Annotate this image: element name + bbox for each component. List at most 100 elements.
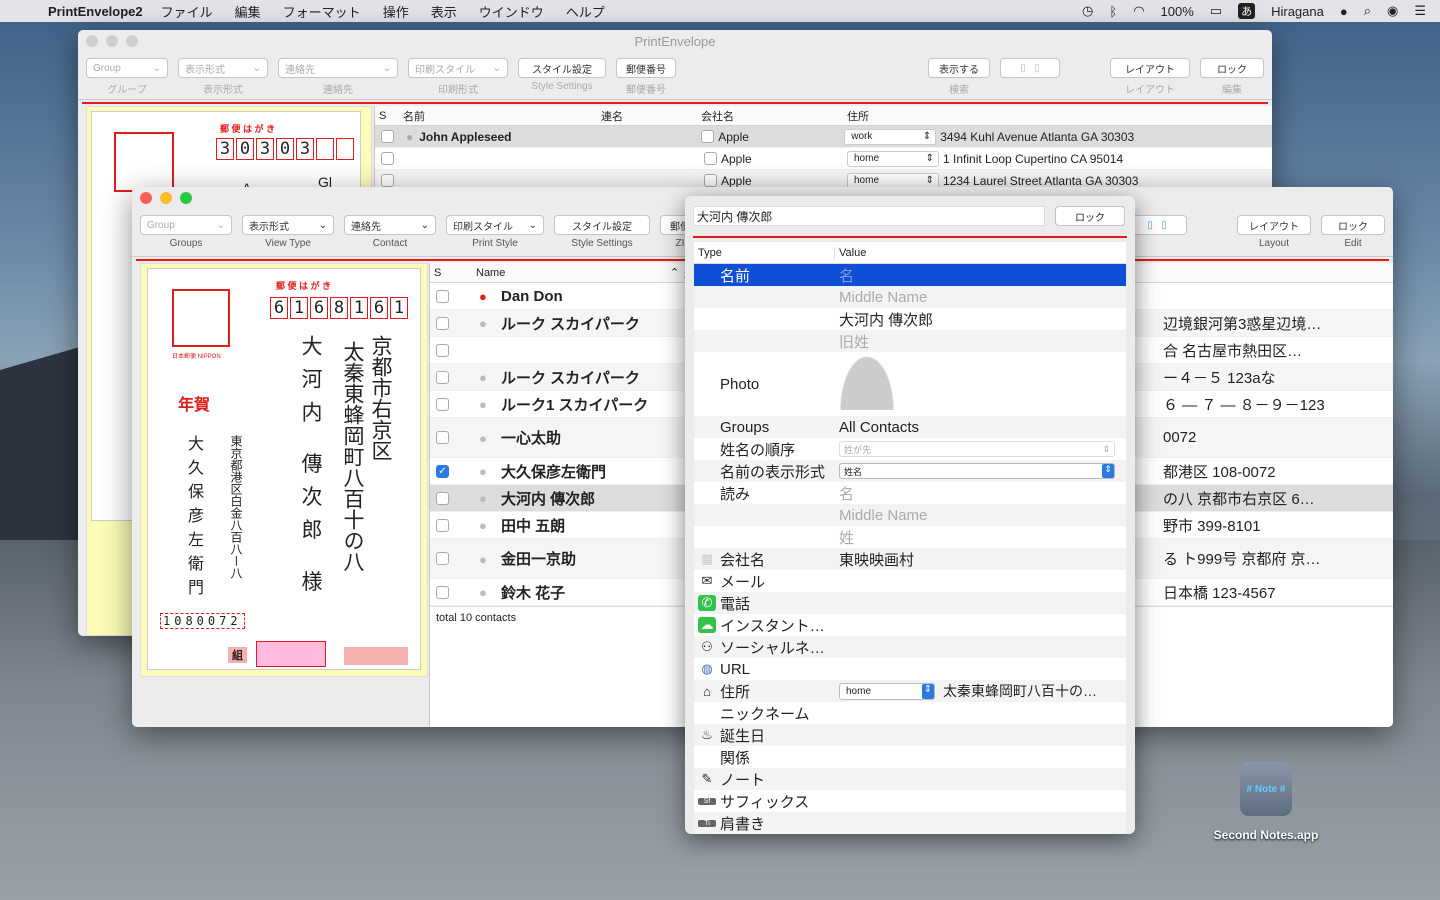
menu-file[interactable]: ファイル — [161, 2, 213, 21]
input-method-icon[interactable]: あ — [1238, 3, 1256, 19]
back-lock-button[interactable]: ロック — [1200, 58, 1264, 78]
detail-row-nickname[interactable]: ニックネーム — [694, 702, 1126, 724]
detail-row-mail[interactable]: ✉ メール — [694, 570, 1126, 592]
row-checkbox[interactable] — [436, 518, 449, 532]
menu-window[interactable]: ウインドウ — [479, 2, 544, 21]
detail-row-reading[interactable]: 読み 名 — [694, 482, 1126, 504]
second-notes-app-label[interactable]: Second Notes.app — [1200, 828, 1332, 842]
user-icon[interactable]: ● — [1340, 4, 1348, 19]
address-type-select[interactable]: work ⇕ — [844, 128, 937, 145]
row-checkbox[interactable] — [436, 431, 449, 444]
contact-select[interactable]: 連絡先 ⌄ — [344, 215, 436, 235]
detail-row-suffix[interactable]: Sf サフィックス — [694, 790, 1126, 812]
table-row[interactable]: ● John Appleseed Apple work ⇕ 3494 Kuhl A… — [375, 126, 1272, 148]
back-col-s[interactable]: S — [375, 110, 397, 122]
detail-row-family[interactable]: 大河内 傳次郎 — [694, 308, 1126, 330]
zoom-icon[interactable] — [180, 192, 192, 204]
menu-view[interactable]: 表示 — [431, 2, 457, 21]
back-layout-button[interactable]: レイアウト — [1110, 58, 1190, 78]
detail-row-phone[interactable]: ✆ 電話 — [694, 592, 1126, 614]
detail-row-note[interactable]: ✎ ノート — [694, 768, 1126, 790]
menu-edit[interactable]: 編集 — [235, 2, 261, 21]
input-method-label[interactable]: Hiragana — [1271, 4, 1324, 19]
detail-row-im[interactable]: ☁ インスタント… — [694, 614, 1126, 636]
detail-row-display[interactable]: 名前の表示形式 姓名 ⇕ — [694, 460, 1126, 482]
siri-icon[interactable]: ◉ — [1387, 3, 1398, 19]
second-notes-app-icon[interactable]: # Note # — [1240, 762, 1292, 816]
popover-lock-button[interactable]: ロック — [1055, 206, 1125, 226]
wifi-icon[interactable]: ◠ — [1133, 3, 1144, 19]
time-machine-icon[interactable]: ◷ — [1082, 3, 1093, 19]
minimize-icon[interactable] — [106, 35, 118, 47]
close-icon[interactable] — [140, 192, 152, 204]
printstyle-select[interactable]: 印刷スタイル ⌄ — [446, 215, 544, 235]
name-field[interactable]: 大河内 傳次郎 — [693, 206, 1045, 226]
zoom-icon[interactable] — [126, 35, 138, 47]
back-col-company[interactable]: 会社名 — [697, 108, 843, 124]
row-checkbox[interactable] — [381, 152, 394, 165]
row-checkbox[interactable]: ✓ — [436, 464, 449, 478]
detail-row-company[interactable]: ▦ 会社名 東映映画村 — [694, 548, 1126, 570]
table-row[interactable]: Apple home ⇕ 1 Infinit Loop Cupertino CA … — [375, 148, 1272, 170]
back-show-button[interactable]: 表示する — [928, 58, 990, 78]
detail-row-address[interactable]: ⌂ 住所 home ⇕ 太秦東蜂岡町八百十の… — [694, 680, 1126, 702]
layout-button[interactable]: レイアウト — [1237, 215, 1311, 235]
detail-row-reading-family[interactable]: 姓 — [694, 526, 1126, 548]
menu-help[interactable]: ヘルプ — [566, 2, 605, 21]
company-checkbox[interactable] — [704, 152, 717, 165]
spotlight-icon[interactable]: ⌕ — [1364, 3, 1371, 19]
back-col-renmei[interactable]: 連名 — [597, 108, 697, 124]
detail-row-former[interactable]: 旧姓 — [694, 330, 1126, 352]
detail-row-relation[interactable]: 関係 — [694, 746, 1126, 768]
detail-row-reading-middle[interactable]: Middle Name — [694, 504, 1126, 526]
row-checkbox[interactable] — [381, 174, 394, 187]
row-checkbox[interactable] — [436, 491, 449, 505]
group-select[interactable]: Group ⌄ — [140, 215, 232, 235]
row-checkbox[interactable] — [436, 343, 449, 357]
back-zip-button[interactable]: 郵便番号 — [616, 58, 676, 78]
address-type-select[interactable]: home ⇕ — [839, 682, 935, 700]
col-value[interactable]: Value — [835, 247, 866, 259]
back-view-toggle[interactable]: ▯ ▯ — [1000, 58, 1060, 81]
viewtype-select[interactable]: 表示形式 ⌄ — [242, 215, 334, 235]
row-checkbox[interactable] — [436, 552, 449, 565]
bluetooth-icon[interactable]: ᛒ — [1109, 4, 1117, 19]
back-viewtype-select[interactable]: 表示形式 ⌄ — [178, 58, 268, 78]
order-select[interactable]: 姓が先 ⇕ — [839, 441, 1115, 457]
back-col-name[interactable]: 名前 — [397, 108, 597, 124]
row-checkbox[interactable] — [436, 316, 449, 330]
row-checkbox[interactable] — [436, 397, 449, 411]
back-printstyle-select[interactable]: 印刷スタイル ⌄ — [408, 58, 508, 78]
menu-format[interactable]: フォーマット — [283, 2, 361, 21]
back-col-address[interactable]: 住所 — [843, 108, 869, 124]
app-menu[interactable]: PrintEnvelope2 — [48, 4, 143, 19]
row-checkbox[interactable] — [436, 370, 449, 384]
col-name[interactable]: Name — [470, 267, 670, 279]
battery-icon[interactable]: ▭ — [1210, 3, 1222, 19]
close-icon[interactable] — [86, 35, 98, 47]
col-type[interactable]: Type — [694, 246, 835, 259]
detail-row-groups[interactable]: Groups All Contacts — [694, 416, 1126, 438]
detail-row-url[interactable]: ◍ URL — [694, 658, 1126, 680]
back-contact-select[interactable]: 連絡先 ⌄ — [278, 58, 398, 78]
display-select[interactable]: 姓名 ⇕ — [839, 463, 1115, 479]
row-checkbox[interactable] — [381, 130, 394, 143]
detail-row-name[interactable]: 名前 名 — [694, 264, 1126, 286]
detail-row-title[interactable]: Ti 肩書き — [694, 812, 1126, 834]
detail-row-photo[interactable]: Photo — [694, 352, 1126, 416]
style-settings-button[interactable]: スタイル設定 — [554, 215, 650, 235]
notification-center-icon[interactable]: ☰ — [1414, 3, 1426, 19]
company-checkbox[interactable] — [701, 130, 715, 143]
view-toggle[interactable]: ▯ ▯ — [1127, 215, 1187, 238]
detail-row-social[interactable]: ⚇ ソーシャルネ… — [694, 636, 1126, 658]
address-type-select[interactable]: home ⇕ — [847, 150, 939, 167]
back-group-select[interactable]: Group ⌄ — [86, 58, 168, 78]
photo-placeholder-icon[interactable] — [839, 354, 895, 410]
company-checkbox[interactable] — [704, 174, 717, 187]
detail-row-middle[interactable]: Middle Name — [694, 286, 1126, 308]
menu-operation[interactable]: 操作 — [383, 2, 409, 21]
row-checkbox[interactable] — [436, 289, 449, 303]
back-style-button[interactable]: スタイル設定 — [518, 58, 606, 78]
col-s[interactable]: S — [430, 267, 470, 279]
minimize-icon[interactable] — [160, 192, 172, 204]
